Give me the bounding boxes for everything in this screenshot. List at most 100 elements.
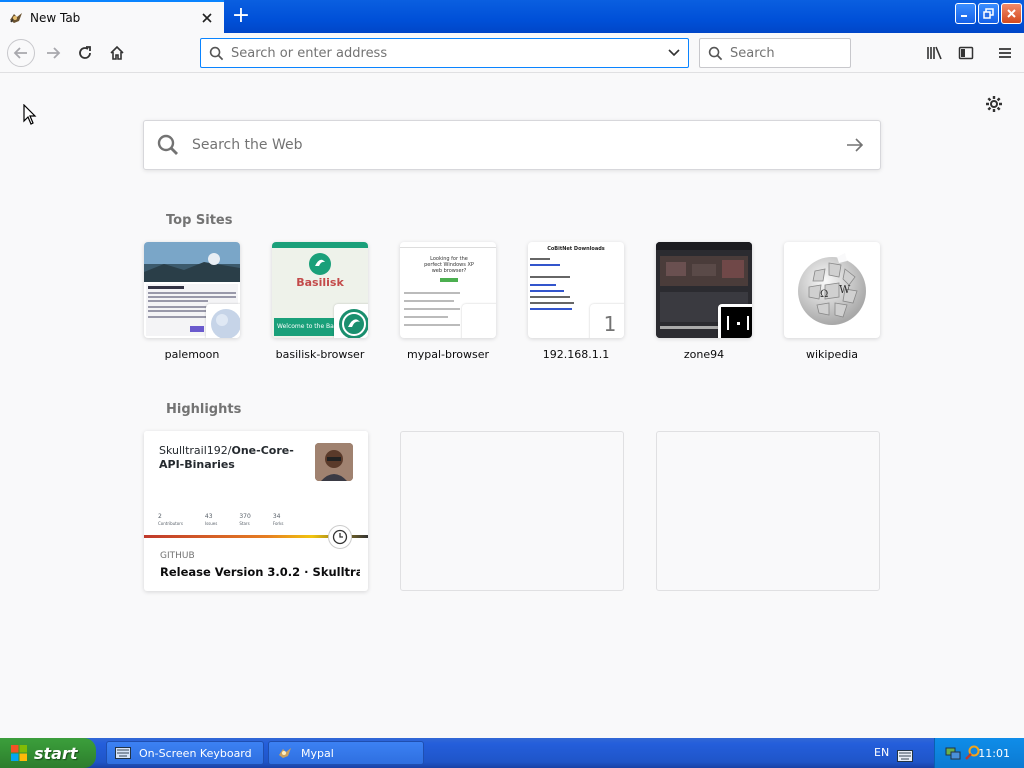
system-tray: 11:01 <box>934 738 1024 768</box>
repo-stats: 2 Contributors 43 Issues 370 Stars 34 Forks <box>158 513 283 527</box>
home-icon <box>110 45 124 60</box>
avatar <box>315 443 353 481</box>
mypal-favicon-icon <box>8 10 24 26</box>
clock-icon <box>328 525 352 549</box>
restore-button[interactable] <box>978 3 999 24</box>
forks-label: Forks <box>272 521 284 526</box>
site-thumbnail: Ω W <box>784 242 880 338</box>
zone94-favicon-icon <box>718 304 752 338</box>
taskbar: start On-Screen Keyboard Mypal EN 11:01 <box>0 738 1024 768</box>
stars-count: 370 <box>239 513 251 520</box>
navigation-toolbar: Search or enter address Search <box>0 33 1024 73</box>
highlights-heading: Highlights <box>166 402 242 417</box>
search-icon <box>201 46 231 61</box>
web-search-input[interactable]: Search the Web <box>192 137 830 153</box>
windows-logo-icon <box>11 745 27 761</box>
reload-icon <box>79 46 91 59</box>
forks-count: 34 <box>272 513 281 520</box>
svg-text:Ω: Ω <box>820 289 828 300</box>
basilisk-favicon-icon <box>334 304 368 338</box>
top-site-tile[interactable]: zone94 <box>656 242 752 361</box>
gear-icon[interactable] <box>984 94 1004 114</box>
new-tab-page: Search the Web Top Sites palemoon Basili… <box>0 74 1024 738</box>
issues-label: Issues <box>204 521 218 526</box>
arrow-right-icon[interactable] <box>830 138 880 152</box>
keyboard-layout-icon[interactable] <box>897 747 913 766</box>
taskbar-item-onscreen-keyboard[interactable]: On-Screen Keyboard <box>106 741 264 765</box>
site-thumbnail: CoBitNet Downloads 1 <box>528 242 624 338</box>
url-input[interactable]: Search or enter address <box>231 46 660 61</box>
start-button[interactable]: start <box>0 738 96 768</box>
highlight-title: Release Version 3.0.2 · Skulltrail... <box>160 565 360 579</box>
top-site-tile[interactable]: Looking for the perfect Windows XP web b… <box>400 242 496 361</box>
site-thumbnail <box>144 242 240 338</box>
top-site-tile[interactable]: Basilisk Welcome to the Basilisk basilis… <box>272 242 368 361</box>
basilisk-thumb-banner: Welcome to the Basilisk <box>274 318 334 336</box>
contributors-count: 2 <box>158 513 162 520</box>
chevron-down-icon[interactable] <box>660 49 688 57</box>
search-icon <box>700 46 730 61</box>
library-icon <box>927 46 942 60</box>
contributors-label: Contributors <box>158 521 183 526</box>
highlight-preview: Skulltrail192/One-Core-API-Binaries 2 Con… <box>144 431 368 549</box>
web-search-box[interactable]: Search the Web <box>143 120 881 170</box>
top-site-label: basilisk-browser <box>275 348 365 361</box>
keyboard-icon <box>115 747 131 759</box>
taskbar-item-label: On-Screen Keyboard <box>139 746 252 760</box>
tab-new-tab[interactable]: New Tab <box>0 0 224 33</box>
window-controls <box>955 3 1022 24</box>
top-site-label: 192.168.1.1 <box>542 348 610 361</box>
router-favicon-letter: 1 <box>590 304 624 338</box>
site-thumbnail: Basilisk Welcome to the Basilisk <box>272 242 368 338</box>
title-bar: New Tab + <box>0 0 1024 33</box>
library-button[interactable] <box>922 40 948 66</box>
top-site-tile[interactable]: CoBitNet Downloads 1 192.168.1.1 <box>528 242 624 361</box>
clock: 11:01 <box>978 746 1010 760</box>
top-site-tile[interactable]: Ω W wikipedia <box>784 242 880 361</box>
top-site-label: wikipedia <box>805 348 858 361</box>
reload-button[interactable] <box>72 40 98 66</box>
home-button[interactable] <box>104 40 130 66</box>
mypal-favicon-icon <box>279 748 291 758</box>
top-site-label: palemoon <box>164 348 220 361</box>
palemoon-favicon-icon <box>206 304 240 338</box>
basilisk-thumb-title: Basilisk <box>296 276 344 289</box>
back-arrow-icon <box>13 47 27 59</box>
close-button[interactable] <box>1001 3 1022 24</box>
stars-label: Stars <box>239 521 250 526</box>
sidebar-button[interactable] <box>953 40 979 66</box>
highlight-source: GITHUB <box>160 551 195 561</box>
highlight-placeholder <box>400 431 624 591</box>
highlight-placeholder <box>656 431 880 591</box>
search-tray-icon[interactable] <box>965 745 981 761</box>
mypal-thumb-text: Looking for the perfect Windows XP web b… <box>424 256 474 274</box>
taskbar-item-mypal[interactable]: Mypal <box>268 741 424 765</box>
tab-title: New Tab <box>30 10 81 25</box>
highlight-card[interactable]: Skulltrail192/One-Core-API-Binaries 2 Con… <box>144 431 368 591</box>
taskbar-item-label: Mypal <box>301 746 334 760</box>
tab-close-icon[interactable] <box>194 5 220 31</box>
menu-button[interactable] <box>992 40 1018 66</box>
search-icon <box>144 133 192 157</box>
top-site-tile[interactable]: palemoon <box>144 242 240 361</box>
sidebar-icon <box>958 46 974 60</box>
forward-arrow-icon <box>47 47 61 59</box>
new-tab-button[interactable]: + <box>228 4 254 30</box>
wikipedia-globe-icon: Ω W <box>798 253 866 325</box>
minimize-button[interactable] <box>955 3 976 24</box>
forward-button[interactable] <box>40 40 66 66</box>
top-site-label: mypal-browser <box>407 348 489 361</box>
issues-count: 43 <box>204 513 213 520</box>
back-button[interactable] <box>7 39 35 67</box>
router-thumb-title: CoBitNet Downloads <box>547 246 605 252</box>
svg-text:W: W <box>839 283 851 296</box>
language-indicator[interactable]: EN <box>874 746 889 759</box>
search-bar[interactable]: Search <box>699 38 851 68</box>
search-input[interactable]: Search <box>730 46 775 61</box>
site-thumbnail <box>656 242 752 338</box>
mypal-favicon-icon <box>462 304 496 338</box>
site-thumbnail: Looking for the perfect Windows XP web b… <box>400 242 496 338</box>
network-icon[interactable] <box>945 745 961 761</box>
url-bar[interactable]: Search or enter address <box>200 38 689 68</box>
mouse-cursor-icon <box>23 103 37 130</box>
